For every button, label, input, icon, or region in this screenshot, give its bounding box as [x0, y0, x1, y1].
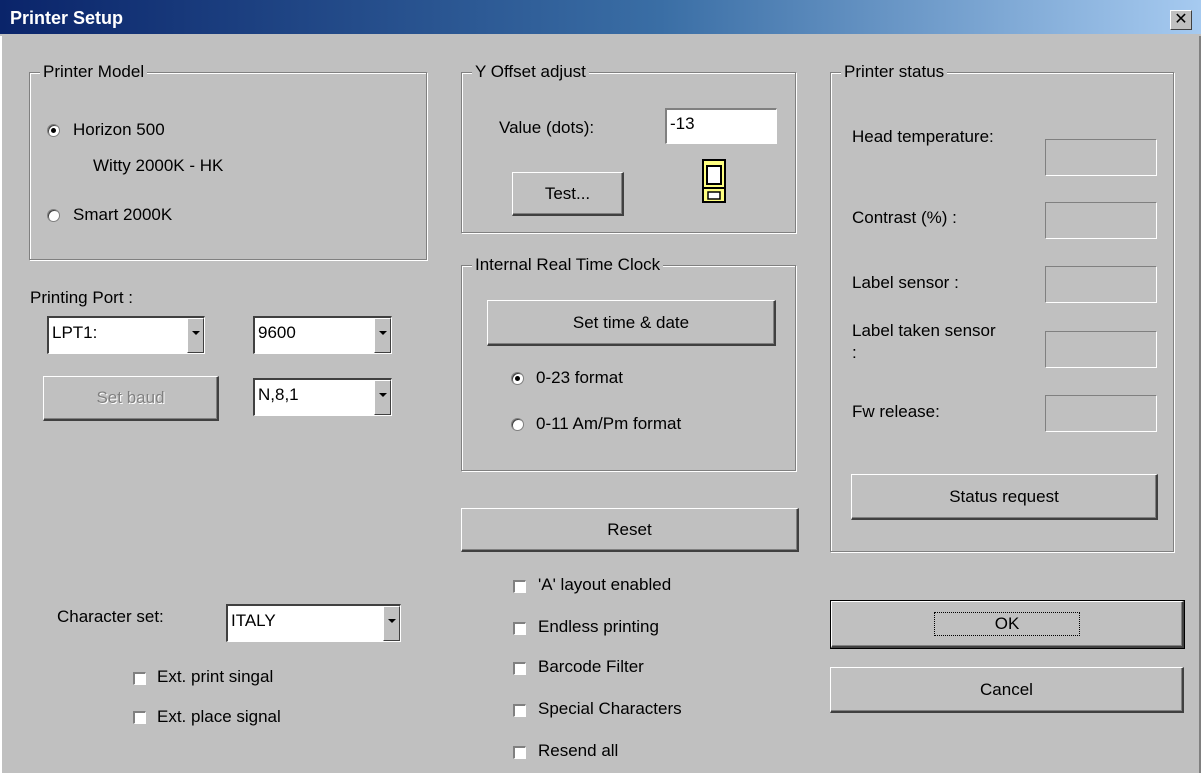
chevron-down-icon[interactable] [383, 606, 400, 641]
y-offset-value-input[interactable]: -13 [665, 108, 777, 144]
cancel-button[interactable]: Cancel [830, 667, 1184, 713]
printer-status-legend: Printer status [841, 62, 948, 82]
endless-printing-label[interactable]: Endless printing [538, 617, 659, 637]
character-set-select[interactable]: ITALY [226, 604, 401, 642]
a-layout-checkbox[interactable] [513, 580, 526, 593]
clock-legend: Internal Real Time Clock [472, 255, 664, 275]
reset-button[interactable]: Reset [461, 508, 799, 552]
ext-print-signal-label[interactable]: Ext. print singal [157, 667, 273, 687]
radio-24h-format-label[interactable]: 0-23 format [536, 368, 623, 388]
baud-select[interactable]: 9600 [253, 316, 392, 354]
status-request-button[interactable]: Status request [851, 474, 1158, 520]
reset-button-label: Reset [607, 519, 652, 539]
label-taken-sensor-label: Label taken sensor : [852, 321, 996, 362]
special-characters-checkbox[interactable] [513, 704, 526, 717]
radio-horizon-500-label[interactable]: Horizon 500 [73, 120, 165, 140]
set-time-date-button[interactable]: Set time & date [487, 300, 776, 346]
status-request-button-label: Status request [949, 486, 1059, 506]
resend-all-checkbox[interactable] [513, 746, 526, 759]
ok-button[interactable]: OK [830, 600, 1185, 649]
ext-place-signal-label[interactable]: Ext. place signal [157, 707, 281, 727]
radio-ampm-format-label[interactable]: 0-11 Am/Pm format [536, 414, 681, 434]
special-characters-label[interactable]: Special Characters [538, 699, 682, 719]
printer-model-group: Printer Model [29, 62, 427, 260]
radio-horizon-500[interactable] [47, 124, 60, 137]
label-taken-sensor-field [1045, 331, 1157, 368]
chevron-down-icon[interactable] [374, 380, 391, 415]
printer-model-legend: Printer Model [40, 62, 148, 82]
parity-select[interactable]: N,8,1 [253, 378, 392, 416]
baud-select-value: 9600 [258, 323, 296, 342]
ext-place-signal-checkbox[interactable] [133, 711, 146, 724]
label-sensor-field [1045, 266, 1157, 303]
printing-port-label: Printing Port : [30, 288, 133, 307]
resend-all-label[interactable]: Resend all [538, 741, 618, 761]
clock-group: Internal Real Time Clock [461, 255, 796, 471]
window-title: Printer Setup [10, 8, 124, 28]
port-select-value: LPT1: [52, 323, 98, 342]
fw-release-field [1045, 395, 1157, 432]
radio-smart-2000k[interactable] [47, 209, 60, 222]
endless-printing-checkbox[interactable] [513, 622, 526, 635]
set-baud-button-label: Set baud [96, 388, 165, 407]
fw-release-label: Fw release: [852, 402, 940, 421]
label-sensor-label: Label sensor : [852, 273, 959, 292]
head-temperature-field [1045, 139, 1157, 176]
chevron-down-icon[interactable] [187, 318, 204, 353]
y-offset-value-label: Value (dots): [499, 118, 595, 137]
test-button[interactable]: Test... [512, 172, 624, 216]
ext-print-signal-checkbox[interactable] [133, 672, 146, 685]
port-select[interactable]: LPT1: [47, 316, 205, 354]
a-layout-label[interactable]: 'A' layout enabled [538, 575, 671, 595]
head-temperature-label: Head temperature: [852, 127, 994, 146]
printer-model-note: Witty 2000K - HK [93, 156, 224, 175]
character-set-value: ITALY [231, 611, 276, 630]
radio-smart-2000k-label[interactable]: Smart 2000K [73, 205, 172, 225]
chevron-down-icon[interactable] [374, 318, 391, 353]
parity-select-value: N,8,1 [258, 385, 299, 404]
test-button-label: Test... [544, 183, 591, 203]
cancel-button-label: Cancel [980, 679, 1033, 699]
label-roll-icon [701, 158, 727, 204]
title-bar: Printer Setup ✕ [0, 0, 1201, 36]
close-icon: ✕ [1174, 11, 1188, 28]
contrast-field [1045, 202, 1157, 239]
ok-button-label: OK [933, 612, 1081, 636]
y-offset-legend: Y Offset adjust [472, 62, 589, 82]
character-set-label: Character set: [57, 607, 164, 626]
close-button[interactable]: ✕ [1170, 10, 1192, 30]
barcode-filter-label[interactable]: Barcode Filter [538, 657, 644, 677]
set-baud-button[interactable]: Set baud [43, 376, 219, 421]
set-time-date-button-label: Set time & date [572, 312, 690, 332]
radio-24h-format[interactable] [511, 372, 524, 385]
barcode-filter-checkbox[interactable] [513, 662, 526, 675]
radio-ampm-format[interactable] [511, 418, 524, 431]
contrast-label: Contrast (%) : [852, 208, 957, 227]
